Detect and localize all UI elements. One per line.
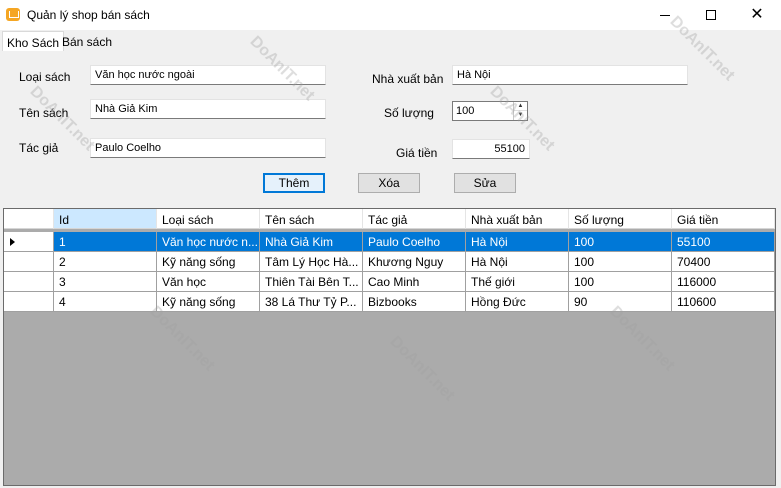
ten-sach-label: Tên sách: [19, 106, 69, 120]
column-header-tac-gia[interactable]: Tác giả: [363, 209, 466, 229]
tac-gia-label: Tác giả: [19, 141, 59, 155]
cell-tac-gia[interactable]: Bizbooks: [363, 292, 466, 312]
cell-nha-xuat-ban[interactable]: Hà Nội: [466, 232, 569, 252]
cell-ten-sach[interactable]: Tâm Lý Học Hà...: [260, 252, 363, 272]
cell-nha-xuat-ban[interactable]: Thế giới: [466, 272, 569, 292]
cell-id[interactable]: 4: [54, 292, 157, 312]
cell-so-luong[interactable]: 100: [569, 232, 672, 252]
cell-id[interactable]: 3: [54, 272, 157, 292]
cell-loai-sach[interactable]: Kỹ năng sống: [157, 252, 260, 272]
so-luong-stepper[interactable]: 100 ▲ ▼: [452, 101, 528, 121]
books-data-grid[interactable]: Id Loại sách Tên sách Tác giả Nhà xuất b…: [3, 208, 776, 486]
close-icon: ✕: [750, 6, 764, 23]
cell-loai-sach[interactable]: Văn học: [157, 272, 260, 292]
row-selector[interactable]: [4, 292, 54, 312]
window-title: Quản lý shop bán sách: [27, 8, 150, 22]
cell-nha-xuat-ban[interactable]: Hà Nội: [466, 252, 569, 272]
nha-xuat-ban-input[interactable]: Hà Nội: [452, 65, 688, 85]
cell-loai-sach[interactable]: Văn học nước n...: [157, 232, 260, 252]
column-header-nha-xuat-ban[interactable]: Nhà xuất bản: [466, 209, 569, 229]
sua-button[interactable]: Sửa: [454, 173, 516, 193]
row-selector[interactable]: [4, 252, 54, 272]
row-selector[interactable]: [4, 232, 54, 252]
loai-sach-label: Loại sách: [19, 70, 71, 84]
tab-ban-sach[interactable]: Bán sách: [58, 31, 116, 52]
cell-id[interactable]: 2: [54, 252, 157, 272]
grid-header-row: Id Loại sách Tên sách Tác giả Nhà xuất b…: [4, 209, 775, 229]
cell-so-luong[interactable]: 100: [569, 252, 672, 272]
close-button[interactable]: ✕: [734, 0, 780, 30]
ten-sach-input[interactable]: Nhà Giả Kim: [90, 99, 326, 119]
stepper-arrows: ▲ ▼: [513, 102, 527, 120]
column-header-gia-tien[interactable]: Giá tiền: [672, 209, 775, 229]
cell-gia-tien[interactable]: 116000: [672, 272, 775, 292]
minimize-button[interactable]: [642, 0, 688, 30]
tab-strip: Kho Sách Bán sách: [0, 31, 781, 52]
stepper-up-icon[interactable]: ▲: [514, 102, 527, 111]
xoa-button[interactable]: Xóa: [358, 173, 420, 193]
maximize-icon: [706, 10, 716, 20]
cell-ten-sach[interactable]: 38 Lá Thư Tỷ P...: [260, 292, 363, 312]
column-header-loai-sach[interactable]: Loại sách: [157, 209, 260, 229]
them-button[interactable]: Thêm: [263, 173, 325, 193]
cell-ten-sach[interactable]: Nhà Giả Kim: [260, 232, 363, 252]
cell-nha-xuat-ban[interactable]: Hồng Đức: [466, 292, 569, 312]
tac-gia-input[interactable]: Paulo Coelho: [90, 138, 326, 158]
cell-gia-tien[interactable]: 55100: [672, 232, 775, 252]
current-row-arrow-icon: [10, 238, 15, 246]
title-bar: Quản lý shop bán sách ✕: [0, 0, 781, 30]
table-row[interactable]: 2 Kỹ năng sống Tâm Lý Học Hà... Khương N…: [4, 252, 775, 272]
app-book-icon: [6, 8, 20, 21]
cell-tac-gia[interactable]: Cao Minh: [363, 272, 466, 292]
tab-kho-sach[interactable]: Kho Sách: [2, 31, 65, 52]
cell-gia-tien[interactable]: 110600: [672, 292, 775, 312]
cell-ten-sach[interactable]: Thiên Tài Bên T...: [260, 272, 363, 292]
cell-id[interactable]: 1: [54, 232, 157, 252]
cell-so-luong[interactable]: 90: [569, 292, 672, 312]
table-row[interactable]: 4 Kỹ năng sống 38 Lá Thư Tỷ P... Bizbook…: [4, 292, 775, 312]
stepper-down-icon[interactable]: ▼: [514, 111, 527, 120]
loai-sach-input[interactable]: Văn học nước ngoài: [90, 65, 326, 85]
cell-gia-tien[interactable]: 70400: [672, 252, 775, 272]
app-window: Quản lý shop bán sách ✕ Kho Sách Bán sác…: [0, 0, 781, 488]
so-luong-value: 100: [456, 105, 475, 117]
gia-tien-input[interactable]: 55100: [452, 139, 530, 159]
cell-so-luong[interactable]: 100: [569, 272, 672, 292]
maximize-button[interactable]: [688, 0, 734, 30]
so-luong-label: Số lượng: [384, 106, 434, 120]
cell-tac-gia[interactable]: Paulo Coelho: [363, 232, 466, 252]
nha-xuat-ban-label: Nhà xuất bản: [372, 72, 444, 86]
row-selector[interactable]: [4, 272, 54, 292]
cell-loai-sach[interactable]: Kỹ năng sống: [157, 292, 260, 312]
column-header-id[interactable]: Id: [54, 209, 157, 229]
gia-tien-label: Giá tiền: [396, 146, 438, 160]
cell-tac-gia[interactable]: Khương Nguy: [363, 252, 466, 272]
header-row-selector[interactable]: [4, 209, 54, 229]
column-header-ten-sach[interactable]: Tên sách: [260, 209, 363, 229]
column-header-so-luong[interactable]: Số lượng: [569, 209, 672, 229]
minimize-icon: [660, 14, 670, 16]
table-row[interactable]: 1 Văn học nước n... Nhà Giả Kim Paulo Co…: [4, 232, 775, 252]
table-row[interactable]: 3 Văn học Thiên Tài Bên T... Cao Minh Th…: [4, 272, 775, 292]
